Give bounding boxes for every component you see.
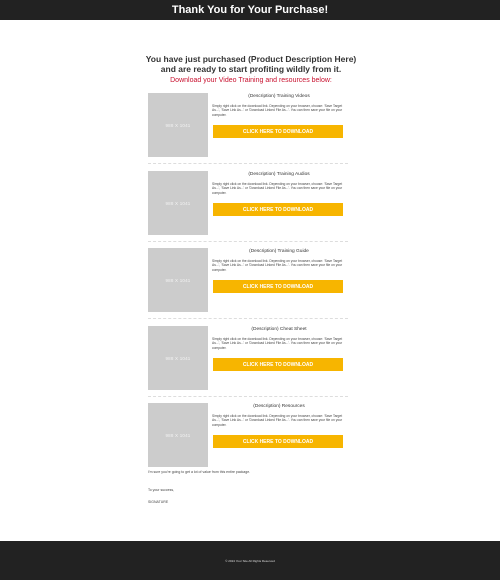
product-image-placeholder: 988 X 1041 [148, 248, 208, 312]
download-button[interactable]: CLICK HERE TO DOWNLOAD [213, 203, 343, 216]
footer-bar: © 2024 Your Site All Rights Reserved [0, 541, 500, 580]
item-title: (Description) Cheat Sheet [251, 327, 307, 332]
image-size-label: 988 X 1041 [165, 122, 191, 128]
sign-off: To your success, [148, 488, 175, 492]
download-item: 988 X 1041 (Description) Training Videos… [148, 93, 348, 163]
download-item: 988 X 1041 (Description) Resources Simpl… [148, 403, 348, 473]
item-title: (Description) Training Audios [248, 172, 310, 177]
image-size-label: 988 X 1041 [165, 277, 191, 283]
section-divider [148, 163, 348, 164]
item-description: Simply right click on the download link.… [212, 259, 343, 272]
section-divider [148, 241, 348, 242]
image-size-label: 988 X 1041 [165, 200, 191, 206]
top-header-bar: Thank You for Your Purchase! [0, 0, 500, 20]
section-divider [148, 396, 348, 397]
purchase-headline: You have just purchased (Product Descrip… [145, 54, 357, 74]
page-title: Thank You for Your Purchase! [171, 4, 329, 16]
download-button[interactable]: CLICK HERE TO DOWNLOAD [213, 280, 343, 293]
copyright-text: © 2024 Your Site All Rights Reserved [225, 558, 275, 563]
download-item: 988 X 1041 (Description) Training Guide … [148, 248, 348, 318]
item-description: Simply right click on the download link.… [212, 182, 343, 195]
item-description: Simply right click on the download link.… [212, 337, 343, 350]
item-description: Simply right click on the download link.… [212, 104, 343, 117]
download-button[interactable]: CLICK HERE TO DOWNLOAD [213, 435, 343, 448]
item-description: Simply right click on the download link.… [212, 414, 343, 427]
download-item: 988 X 1041 (Description) Training Audios… [148, 171, 348, 241]
signature: SIGNATURE [148, 500, 169, 504]
item-title: (Description) Training Guide [249, 249, 309, 254]
closing-message: I'm sure you're going to get a lot of va… [148, 470, 251, 474]
download-button[interactable]: CLICK HERE TO DOWNLOAD [213, 358, 343, 371]
image-size-label: 988 X 1041 [165, 432, 191, 438]
download-subhead: Download your Video Training and resourc… [170, 77, 332, 84]
section-divider [148, 318, 348, 319]
image-size-label: 988 X 1041 [165, 355, 191, 361]
download-button[interactable]: CLICK HERE TO DOWNLOAD [213, 125, 343, 138]
download-item: 988 X 1041 (Description) Cheat Sheet Sim… [148, 326, 348, 396]
product-image-placeholder: 988 X 1041 [148, 326, 208, 390]
product-image-placeholder: 988 X 1041 [148, 171, 208, 235]
item-title: (Description) Resources [253, 404, 305, 409]
product-image-placeholder: 988 X 1041 [148, 403, 208, 467]
product-image-placeholder: 988 X 1041 [148, 93, 208, 157]
item-title: (Description) Training Videos [248, 94, 310, 99]
